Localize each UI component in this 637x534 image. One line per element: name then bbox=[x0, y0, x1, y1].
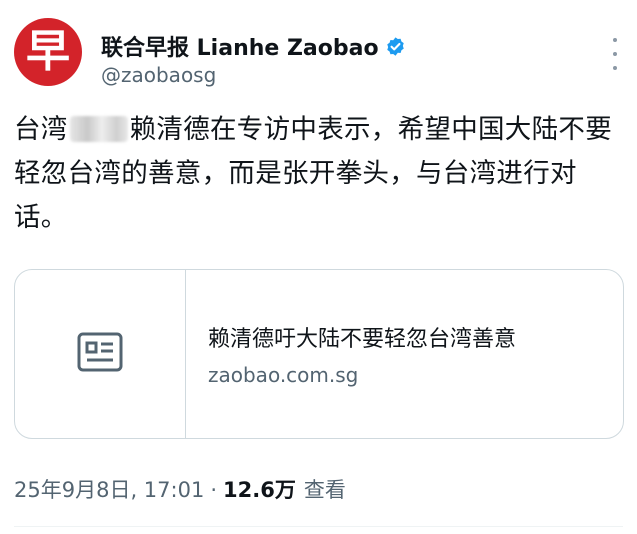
avatar-glyph: 早 bbox=[26, 26, 70, 77]
tweet-timestamp[interactable]: 25年9月8日, 17:01 bbox=[14, 474, 204, 504]
tweet-meta: 25年9月8日, 17:01 · 12.6万 查看 bbox=[14, 474, 346, 504]
more-options-icon[interactable] bbox=[611, 38, 619, 70]
tweet-text: 台湾 赖清德在专访中表示，希望中国大陆不要轻忽台湾的善意，而是张开拳头，与台湾进行… bbox=[14, 108, 619, 240]
user-handle[interactable]: @zaobaosg bbox=[101, 63, 216, 87]
card-info: 赖清德吁大陆不要轻忽台湾善意 zaobao.com.sg bbox=[186, 270, 516, 438]
card-domain: zaobao.com.sg bbox=[208, 363, 359, 387]
link-preview-card[interactable]: 赖清德吁大陆不要轻忽台湾善意 zaobao.com.sg bbox=[14, 269, 624, 439]
views-count: 12.6万 bbox=[223, 478, 296, 502]
verified-badge-icon bbox=[385, 36, 406, 57]
author-name-row: 联合早报 Lianhe Zaobao bbox=[101, 30, 406, 62]
views-label: 查看 bbox=[303, 478, 346, 502]
meta-separator: · bbox=[210, 478, 217, 502]
display-name[interactable]: 联合早报 Lianhe Zaobao bbox=[101, 30, 379, 62]
blurred-redaction bbox=[69, 116, 128, 142]
news-article-icon bbox=[77, 332, 123, 376]
tweet-text-part1: 台湾 bbox=[14, 114, 68, 145]
divider bbox=[14, 526, 623, 527]
card-thumbnail bbox=[15, 270, 186, 438]
card-title: 赖清德吁大陆不要轻忽台湾善意 bbox=[208, 327, 517, 352]
avatar[interactable]: 早 bbox=[14, 18, 82, 86]
